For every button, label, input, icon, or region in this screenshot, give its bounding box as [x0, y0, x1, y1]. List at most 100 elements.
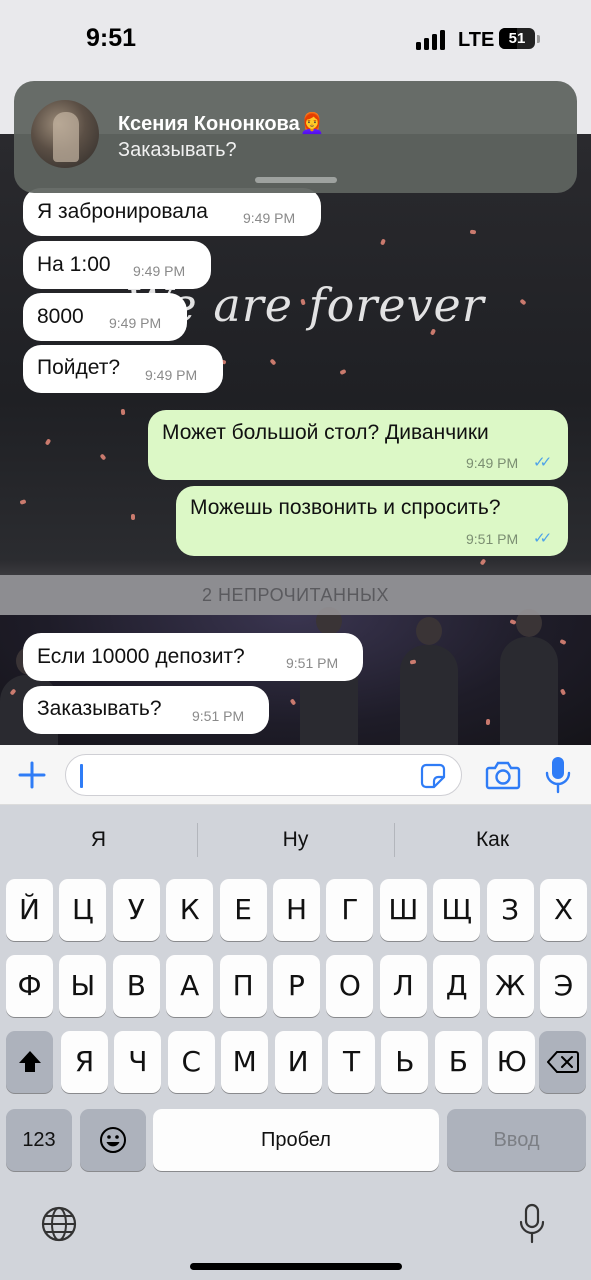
- home-indicator: [190, 1263, 402, 1270]
- network-type-label: LTE: [458, 29, 495, 51]
- wallpaper-petal: [19, 499, 27, 505]
- globe-icon[interactable]: [40, 1205, 78, 1243]
- notification-grabber[interactable]: [255, 177, 337, 183]
- wallpaper-figure: [500, 609, 558, 745]
- key-Ю[interactable]: Ю: [488, 1031, 536, 1093]
- message-bubble-incoming[interactable]: Если 10000 депозит? 9:51 PM: [23, 633, 363, 681]
- dictation-icon[interactable]: [518, 1203, 546, 1245]
- message-bubble-incoming[interactable]: Я забронировала 9:49 PM: [23, 188, 321, 236]
- key-И[interactable]: И: [274, 1031, 322, 1093]
- key-П[interactable]: П: [219, 955, 267, 1017]
- key-Э[interactable]: Э: [540, 955, 587, 1017]
- key-О[interactable]: О: [326, 955, 374, 1017]
- wallpaper-figure: [400, 617, 458, 745]
- notification-banner[interactable]: Ксения Кононкова👩‍🦰 Заказывать?: [14, 81, 577, 193]
- read-ticks-icon: ✓✓: [533, 530, 552, 547]
- wallpaper-petal: [44, 438, 52, 446]
- wallpaper-petal: [429, 328, 437, 336]
- wallpaper-petal: [269, 358, 277, 366]
- key-Ф[interactable]: Ф: [6, 955, 53, 1017]
- message-bubble-incoming[interactable]: 8000 9:49 PM: [23, 293, 187, 341]
- key-Н[interactable]: Н: [273, 879, 320, 941]
- key-А[interactable]: А: [166, 955, 214, 1017]
- message-time: 9:49 PM: [109, 315, 162, 331]
- key-Ш[interactable]: Ш: [379, 879, 427, 941]
- wallpaper-petal: [485, 718, 491, 726]
- key-С[interactable]: С: [167, 1031, 215, 1093]
- wallpaper-petal: [469, 229, 477, 235]
- message-text: Пойдет?: [37, 356, 121, 379]
- message-time: 9:49 PM: [466, 455, 519, 471]
- microphone-icon[interactable]: [543, 755, 573, 795]
- key-М[interactable]: М: [221, 1031, 269, 1093]
- plus-icon[interactable]: [16, 759, 48, 791]
- key-Ы[interactable]: Ы: [59, 955, 107, 1017]
- key-Щ[interactable]: Щ: [433, 879, 481, 941]
- signal-icon: [416, 30, 445, 50]
- message-bubble-outgoing[interactable]: Можешь позвонить и спросить? 9:51 PM ✓✓: [176, 486, 568, 556]
- message-text: Если 10000 депозит?: [37, 645, 245, 668]
- sticker-icon[interactable]: [420, 763, 446, 789]
- message-bubble-incoming[interactable]: Заказывать? 9:51 PM: [23, 686, 269, 734]
- notification-message: Заказывать?: [118, 139, 237, 161]
- message-time: 9:51 PM: [286, 655, 339, 671]
- shift-key[interactable]: [6, 1031, 53, 1093]
- message-text: На 1:00: [37, 253, 111, 276]
- suggestion-item[interactable]: Как: [394, 805, 591, 875]
- wallpaper-petal: [519, 298, 527, 306]
- emoji-key[interactable]: [80, 1109, 146, 1171]
- key-Ц[interactable]: Ц: [59, 879, 107, 941]
- backspace-icon: [546, 1051, 579, 1073]
- key-Я[interactable]: Я: [61, 1031, 108, 1093]
- message-bubble-incoming[interactable]: На 1:00 9:49 PM: [23, 241, 211, 289]
- status-bar: 9:51 LTE 51: [0, 0, 591, 80]
- message-text: Можешь позвонить и спросить?: [190, 496, 501, 519]
- message-text: Я забронировала: [37, 200, 208, 223]
- key-Л[interactable]: Л: [379, 955, 427, 1017]
- message-time: 9:49 PM: [133, 263, 186, 279]
- key-Д[interactable]: Д: [433, 955, 481, 1017]
- wallpaper-petal: [479, 558, 487, 566]
- message-bubble-outgoing[interactable]: Может большой стол? Диванчики 9:49 PM ✓✓: [148, 410, 568, 480]
- key-У[interactable]: У: [112, 879, 160, 941]
- message-time: 9:51 PM: [466, 531, 519, 547]
- message-time: 9:51 PM: [192, 708, 245, 724]
- message-input[interactable]: [65, 754, 462, 796]
- key-Б[interactable]: Б: [434, 1031, 482, 1093]
- camera-icon[interactable]: [485, 759, 521, 791]
- wallpaper-petal: [120, 408, 126, 416]
- message-bubble-incoming[interactable]: Пойдет? 9:49 PM: [23, 345, 223, 393]
- emoji-icon: [100, 1127, 126, 1153]
- key-К[interactable]: К: [166, 879, 214, 941]
- return-key[interactable]: Ввод: [447, 1109, 586, 1171]
- backspace-key[interactable]: [539, 1031, 586, 1093]
- key-Г[interactable]: Г: [326, 879, 374, 941]
- key-В[interactable]: В: [112, 955, 160, 1017]
- suggestion-item[interactable]: Я: [0, 805, 197, 875]
- key-Ч[interactable]: Ч: [114, 1031, 162, 1093]
- suggestion-bar: Я Ну Как: [0, 805, 591, 875]
- message-time: 9:49 PM: [243, 210, 296, 226]
- message-text: 8000: [37, 305, 84, 328]
- suggestion-item[interactable]: Ну: [197, 805, 394, 875]
- key-Ж[interactable]: Ж: [486, 955, 534, 1017]
- message-text: Заказывать?: [37, 697, 162, 720]
- key-Т[interactable]: Т: [328, 1031, 375, 1093]
- wallpaper-petal: [380, 238, 386, 246]
- notification-sender: Ксения Кононкова👩‍🦰: [118, 113, 325, 135]
- text-cursor: [80, 764, 83, 788]
- unread-divider: 2 НЕПРОЧИТАННЫХ: [0, 575, 591, 615]
- wallpaper-petal: [99, 453, 107, 461]
- numbers-key[interactable]: 123: [6, 1109, 72, 1171]
- key-Е[interactable]: Е: [219, 879, 267, 941]
- key-Ь[interactable]: Ь: [381, 1031, 429, 1093]
- battery-cap: [537, 35, 540, 43]
- wallpaper-petal: [130, 513, 136, 521]
- read-ticks-icon: ✓✓: [533, 454, 552, 471]
- key-Й[interactable]: Й: [6, 879, 53, 941]
- key-Х[interactable]: Х: [540, 879, 587, 941]
- key-Р[interactable]: Р: [273, 955, 320, 1017]
- key-З[interactable]: З: [486, 879, 534, 941]
- space-key[interactable]: Пробел: [153, 1109, 439, 1171]
- avatar: [31, 100, 99, 168]
